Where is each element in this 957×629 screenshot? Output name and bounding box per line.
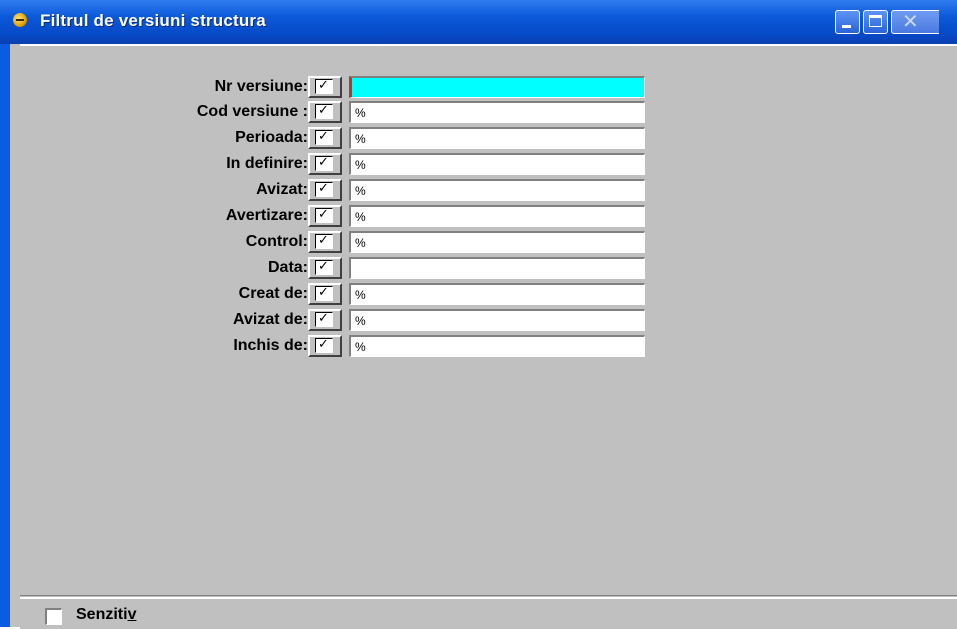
filter-toggle-button[interactable]: ✓: [308, 76, 342, 98]
avertizare-input[interactable]: %: [349, 205, 645, 227]
check-icon: ✓: [318, 102, 329, 117]
window-title: Filtrul de versiuni structura: [40, 11, 266, 30]
maximize-icon[interactable]: [863, 10, 888, 34]
senzitiv-label-text: Senziti: [76, 606, 128, 623]
check-icon: ✓: [318, 180, 329, 195]
field-label: In definire:: [226, 155, 308, 172]
filter-toggle-button[interactable]: ✓: [308, 309, 342, 331]
check-icon: ✓: [318, 232, 329, 247]
client-border: [20, 44, 957, 46]
filter-toggle-button[interactable]: ✓: [308, 257, 342, 279]
senzitiv-accelerator: v: [127, 606, 137, 623]
row-cod-versiune: Cod versiune : ✓ %: [20, 100, 660, 126]
check-icon: ✓: [318, 258, 329, 273]
field-label: Control:: [245, 233, 308, 250]
inchis-de-input[interactable]: %: [349, 335, 645, 357]
row-avizat-de: Avizat de: ✓ %: [20, 308, 660, 334]
row-nr-versiune: Nr versiune: ✓: [20, 75, 660, 101]
field-label: Cod versiune :: [196, 103, 308, 120]
filter-toggle-button[interactable]: ✓: [308, 231, 342, 253]
filter-toggle-button[interactable]: ✓: [308, 153, 342, 175]
check-icon: ✓: [318, 206, 329, 221]
minimize-icon[interactable]: [835, 10, 860, 34]
app-icon[interactable]: [13, 13, 27, 27]
field-label: Creat de:: [238, 285, 308, 302]
row-in-definire: In definire: ✓ %: [20, 152, 660, 178]
filter-window: Filtrul de versiuni structura ✕ Nr versi…: [0, 0, 957, 629]
check-icon: ✓: [318, 284, 329, 299]
title-bar[interactable]: Filtrul de versiuni structura ✕: [0, 0, 957, 44]
filter-toggle-button[interactable]: ✓: [308, 127, 342, 149]
check-icon: ✓: [318, 336, 329, 351]
nr-versiune-input[interactable]: [349, 76, 645, 98]
row-avertizare: Avertizare: ✓ %: [20, 204, 660, 230]
field-label: Perioada:: [235, 129, 308, 146]
field-label: Avizat:: [256, 181, 308, 198]
row-creat-de: Creat de: ✓ %: [20, 282, 660, 308]
field-label: Avizat de:: [233, 311, 308, 328]
control-input[interactable]: %: [349, 231, 645, 253]
close-icon[interactable]: ✕: [891, 10, 939, 34]
field-label: Data:: [267, 259, 308, 276]
perioada-input[interactable]: %: [349, 127, 645, 149]
filter-toggle-button[interactable]: ✓: [308, 335, 342, 357]
filter-toggle-button[interactable]: ✓: [308, 101, 342, 123]
filter-toggle-button[interactable]: ✓: [308, 283, 342, 305]
check-icon: ✓: [318, 154, 329, 169]
avizat-de-input[interactable]: %: [349, 309, 645, 331]
field-label: Avertizare:: [225, 207, 308, 224]
in-definire-input[interactable]: %: [349, 153, 645, 175]
row-perioada: Perioada: ✓ %: [20, 126, 660, 152]
creat-de-input[interactable]: %: [349, 283, 645, 305]
check-icon: ✓: [318, 77, 329, 92]
footer-bar: Senzitiv: [20, 597, 957, 629]
data-input[interactable]: [349, 257, 645, 279]
field-label: Inchis de:: [233, 337, 308, 354]
avizat-input[interactable]: %: [349, 179, 645, 201]
row-data: Data: ✓: [20, 256, 660, 282]
senzitiv-checkbox[interactable]: [45, 608, 62, 625]
cod-versiune-input[interactable]: %: [349, 101, 645, 123]
footer-divider: [20, 595, 957, 596]
filter-toggle-button[interactable]: ✓: [308, 179, 342, 201]
row-inchis-de: Inchis de: ✓ %: [20, 334, 660, 360]
filter-toggle-button[interactable]: ✓: [308, 205, 342, 227]
row-control: Control: ✓ %: [20, 230, 660, 256]
field-label: Nr versiune:: [214, 78, 308, 95]
check-icon: ✓: [318, 310, 329, 325]
check-icon: ✓: [318, 128, 329, 143]
row-avizat: Avizat: ✓ %: [20, 178, 660, 204]
senzitiv-label[interactable]: Senzitiv: [76, 606, 136, 624]
